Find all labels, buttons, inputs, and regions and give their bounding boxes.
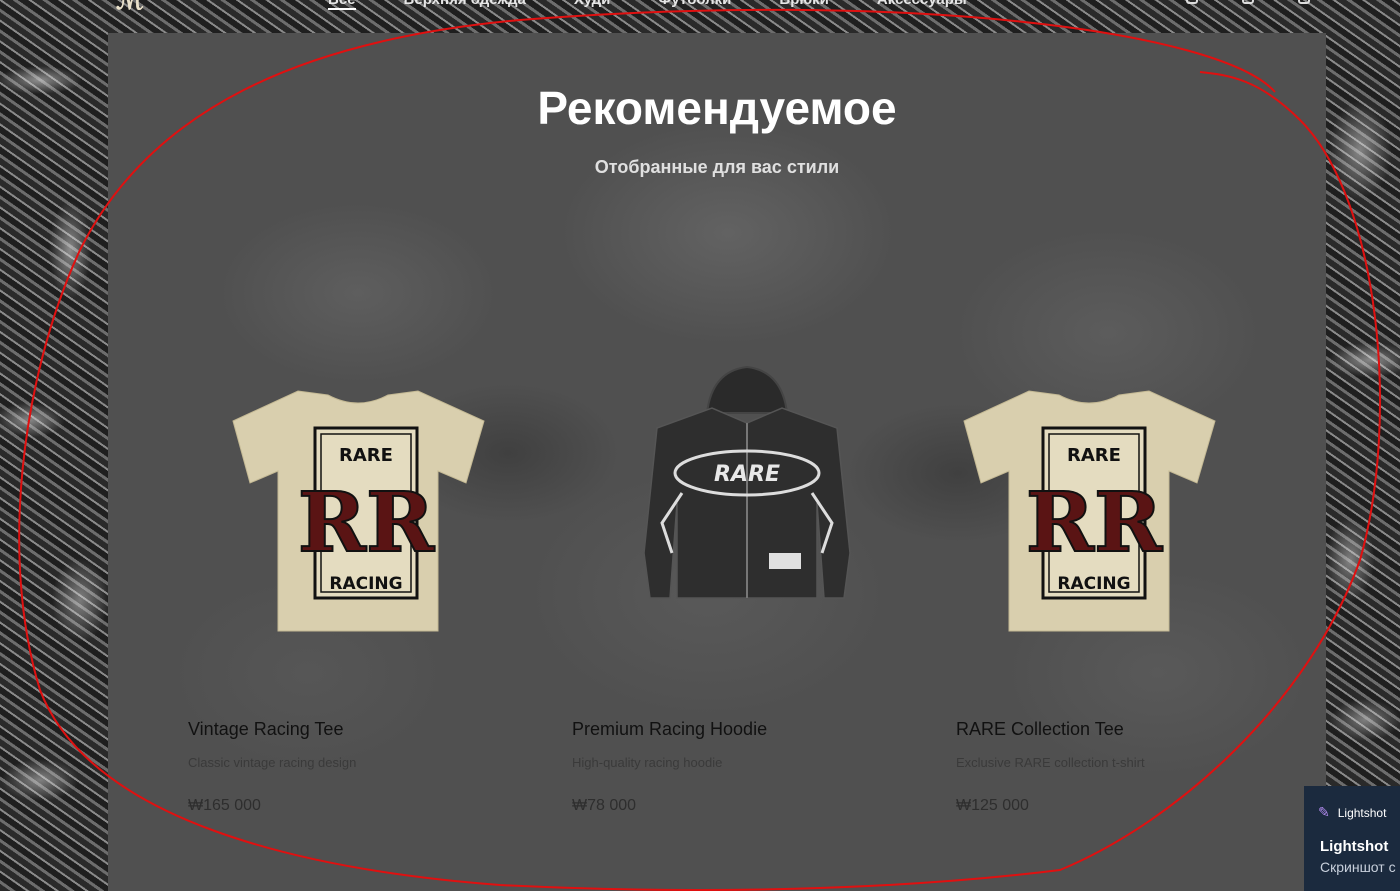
header-icons xyxy=(1186,0,1310,4)
toast-title: Lightshot xyxy=(1320,838,1389,855)
tee-print-bottom: RACING xyxy=(329,574,402,594)
product-image-tee[interactable]: RARE RR RACING xyxy=(956,353,1296,633)
nav-item-all[interactable]: Все xyxy=(328,0,356,10)
cart-icon[interactable] xyxy=(1298,0,1310,4)
toast-text: Скриншот с xyxy=(1320,859,1396,875)
category-nav: Все Верхняя одежда Худи Футболки Брюки А… xyxy=(328,0,967,10)
product-card[interactable]: RARE RR RACING Vintage Racing Tee Classi… xyxy=(188,353,528,823)
toast-header: ✎ Lightshot xyxy=(1318,804,1386,821)
tee-print-top: RARE xyxy=(1067,445,1121,466)
product-description: High-quality racing hoodie xyxy=(572,755,723,770)
product-card[interactable]: RARE Premium Racing Hoodie High-quality … xyxy=(572,353,912,823)
product-name[interactable]: Vintage Racing Tee xyxy=(188,719,343,740)
search-icon[interactable] xyxy=(1186,0,1198,4)
account-icon[interactable] xyxy=(1242,0,1254,4)
product-name[interactable]: RARE Collection Tee xyxy=(956,719,1124,740)
brand-logo[interactable]: ℳ xyxy=(116,0,144,10)
product-description: Exclusive RARE collection t-shirt xyxy=(956,755,1145,770)
tee-monogram: RR xyxy=(298,475,435,571)
nav-item-outerwear[interactable]: Верхняя одежда xyxy=(404,0,526,10)
featured-section: Рекомендуемое Отобранные для вас стили R… xyxy=(108,33,1326,891)
product-price: ₩78 000 xyxy=(572,797,637,814)
toast-app-name: Lightshot xyxy=(1337,805,1387,820)
product-name[interactable]: Premium Racing Hoodie xyxy=(572,719,767,740)
product-card[interactable]: RARE RR RACING RARE Collection Tee Exclu… xyxy=(956,353,1296,823)
section-subtitle: Отобранные для вас стили xyxy=(594,157,840,177)
product-image-hoodie[interactable]: RARE xyxy=(572,353,912,633)
product-price: ₩165 000 xyxy=(188,797,261,814)
tee-monogram: RR xyxy=(1026,475,1163,571)
lightshot-notification[interactable]: ✎ Lightshot Lightshot Скриншот с xyxy=(1304,786,1400,891)
hoodie-print: RARE xyxy=(714,462,780,487)
top-navigation: ℳ Все Верхняя одежда Худи Футболки Брюки… xyxy=(0,0,1400,10)
feather-icon: ✎ xyxy=(1318,804,1330,820)
nav-item-pants[interactable]: Брюки xyxy=(779,0,828,10)
nav-item-tshirts[interactable]: Футболки xyxy=(658,0,731,10)
nav-item-accessories[interactable]: Аксессуары xyxy=(877,0,967,10)
tee-print-top: RARE xyxy=(339,445,393,466)
product-image-tee[interactable]: RARE RR RACING xyxy=(188,353,528,633)
section-title: Рекомендуемое xyxy=(537,82,897,134)
product-description: Classic vintage racing design xyxy=(188,755,357,770)
nav-item-hoodies[interactable]: Худи xyxy=(574,0,611,10)
product-price: ₩125 000 xyxy=(956,797,1029,814)
tee-print-bottom: RACING xyxy=(1057,574,1130,594)
